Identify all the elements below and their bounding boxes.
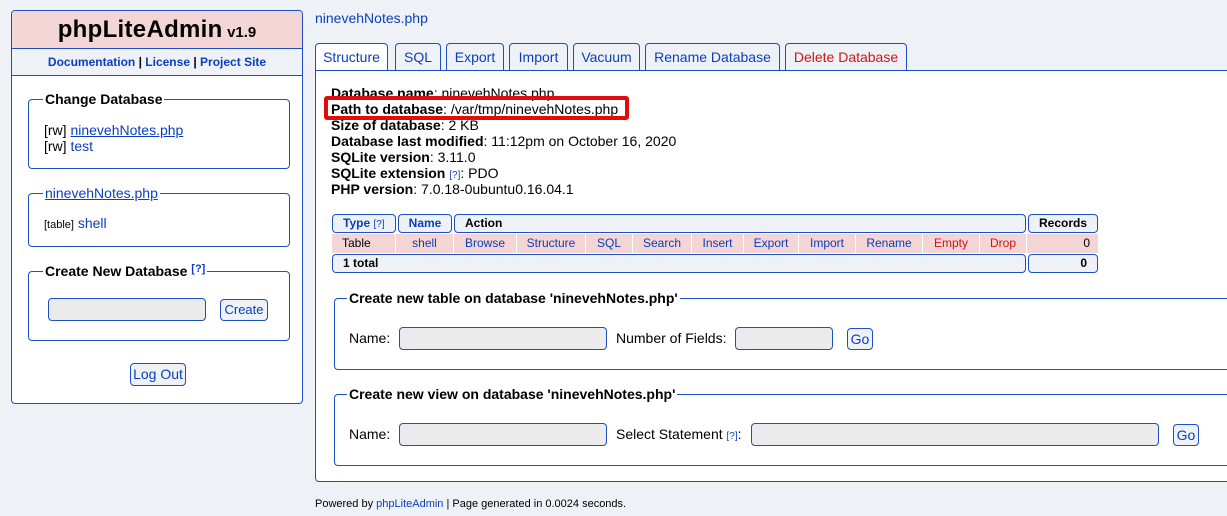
action-search[interactable]: Search (633, 234, 692, 253)
select-statement-label: Select Statement [?]: (616, 426, 742, 442)
new-database-input[interactable] (48, 298, 206, 321)
create-database-legend: Create New Database [?] (43, 263, 207, 279)
select-statement-text: Select Statement (616, 426, 723, 442)
row-name-link[interactable]: shell (396, 234, 454, 253)
create-table-legend: Create new table on database 'ninevehNot… (349, 290, 678, 306)
current-database-legend[interactable]: ninevehNotes.php (43, 185, 160, 201)
app-name: phpLiteAdmin (57, 16, 223, 43)
top-links: Documentation | License | Project Site (12, 49, 302, 76)
documentation-link[interactable]: Documentation (48, 55, 135, 69)
database-mode: [rw] (44, 138, 67, 154)
link-separator: | (193, 55, 197, 69)
action-empty[interactable]: Empty (923, 234, 980, 253)
tab-rename-database[interactable]: Rename Database (645, 43, 780, 70)
name-sort-link[interactable]: Name (409, 216, 442, 230)
link-separator: | (138, 55, 142, 69)
action-import[interactable]: Import (799, 234, 856, 253)
total-records: 0 (1028, 254, 1098, 273)
column-header-action: Action (454, 214, 1026, 233)
select-statement-input[interactable] (751, 423, 1159, 446)
project-site-link[interactable]: Project Site (200, 55, 266, 69)
action-rename[interactable]: Rename (856, 234, 923, 253)
sidebar: phpLiteAdmin v1.9 Documentation | Licens… (11, 10, 303, 404)
sqlite-version-line: SQLite version: 3.11.0 (331, 149, 476, 165)
change-database-legend: Change Database (45, 91, 163, 107)
app-version: v1.9 (227, 24, 257, 41)
action-browse[interactable]: Browse (454, 234, 517, 253)
create-table-go-button[interactable]: Go (847, 328, 873, 350)
footer-suffix: | Page generated in 0.0024 seconds. (443, 498, 627, 510)
help-icon[interactable]: [?] (191, 263, 205, 275)
database-mode: [rw] (44, 122, 67, 138)
help-icon[interactable]: [?] (727, 431, 738, 442)
tab-sql[interactable]: SQL (395, 43, 441, 70)
database-item: [rw] ninevehNotes.php (44, 122, 183, 138)
database-item: [rw] test (44, 138, 183, 154)
help-icon[interactable]: [?] (449, 170, 460, 181)
table-type: [table] (44, 219, 74, 231)
tab-import[interactable]: Import (509, 43, 568, 70)
footer-prefix: Powered by (315, 498, 377, 510)
database-modified-line: Database last modified: 11:12pm on Octob… (331, 133, 677, 149)
info-value: 7.0.18-0ubuntu0.16.04.1 (421, 181, 574, 197)
tab-vacuum[interactable]: Vacuum (573, 43, 640, 70)
row-type: Table (332, 234, 396, 253)
footer: Powered by phpLiteAdmin | Page generated… (315, 498, 626, 510)
highlight-box (324, 96, 629, 120)
action-insert[interactable]: Insert (692, 234, 744, 253)
number-of-fields-label: Number of Fields: (616, 330, 727, 346)
database-title-link[interactable]: ninevehNotes.php (315, 10, 428, 26)
number-of-fields-input[interactable] (735, 327, 833, 350)
create-view-go-button[interactable]: Go (1173, 424, 1199, 446)
row-records: 0 (1083, 236, 1090, 250)
view-name-label: Name: (349, 426, 391, 442)
table-name-input[interactable] (399, 327, 607, 350)
table-link-shell[interactable]: shell (78, 215, 107, 231)
database-link-ninevehnotes[interactable]: ninevehNotes.php (70, 122, 183, 138)
create-database-legend-label: Create New Database (45, 263, 188, 279)
view-name-input[interactable] (399, 423, 607, 446)
column-header-name[interactable]: Name (398, 214, 452, 233)
select-statement-colon: : (737, 426, 742, 442)
create-view-legend: Create new view on database 'ninevehNote… (349, 386, 676, 402)
create-database-button[interactable]: Create (220, 299, 268, 321)
action-drop[interactable]: Drop (980, 234, 1027, 253)
tab-structure[interactable]: Structure (315, 43, 388, 72)
info-label: SQLite version (331, 149, 430, 165)
app-logo: phpLiteAdmin v1.9 (12, 11, 302, 49)
action-structure[interactable]: Structure (517, 234, 586, 253)
tab-export[interactable]: Export (446, 43, 504, 70)
current-database-link[interactable]: ninevehNotes.php (45, 185, 158, 201)
type-sort-link[interactable]: Type (343, 216, 370, 230)
license-link[interactable]: License (145, 55, 190, 69)
table-name-label: Name: (349, 330, 391, 346)
info-label: Database last modified (331, 133, 484, 149)
column-header-records: Records (1028, 214, 1098, 233)
logout-button[interactable]: Log Out (130, 363, 186, 386)
action-sql[interactable]: SQL (586, 234, 633, 253)
action-export[interactable]: Export (744, 234, 799, 253)
table-list-item: [table] shell (44, 215, 107, 231)
database-link-test[interactable]: test (70, 138, 93, 154)
tab-delete-database[interactable]: Delete Database (785, 43, 907, 70)
info-value: PDO (468, 165, 499, 181)
database-list: [rw] ninevehNotes.php [rw] test (44, 122, 183, 154)
footer-phpliteadmin-link[interactable]: phpLiteAdmin (376, 498, 443, 510)
info-value: 3.11.0 (437, 149, 476, 165)
php-version-line: PHP version: 7.0.18-0ubuntu0.16.04.1 (331, 181, 574, 197)
info-value: 11:12pm on October 16, 2020 (491, 133, 677, 149)
help-icon[interactable]: [?] (373, 219, 384, 230)
info-label: SQLite extension (331, 165, 446, 181)
total-label: 1 total (332, 254, 1026, 273)
column-header-type[interactable]: Type [?] (332, 214, 396, 233)
info-label: PHP version (331, 181, 414, 197)
